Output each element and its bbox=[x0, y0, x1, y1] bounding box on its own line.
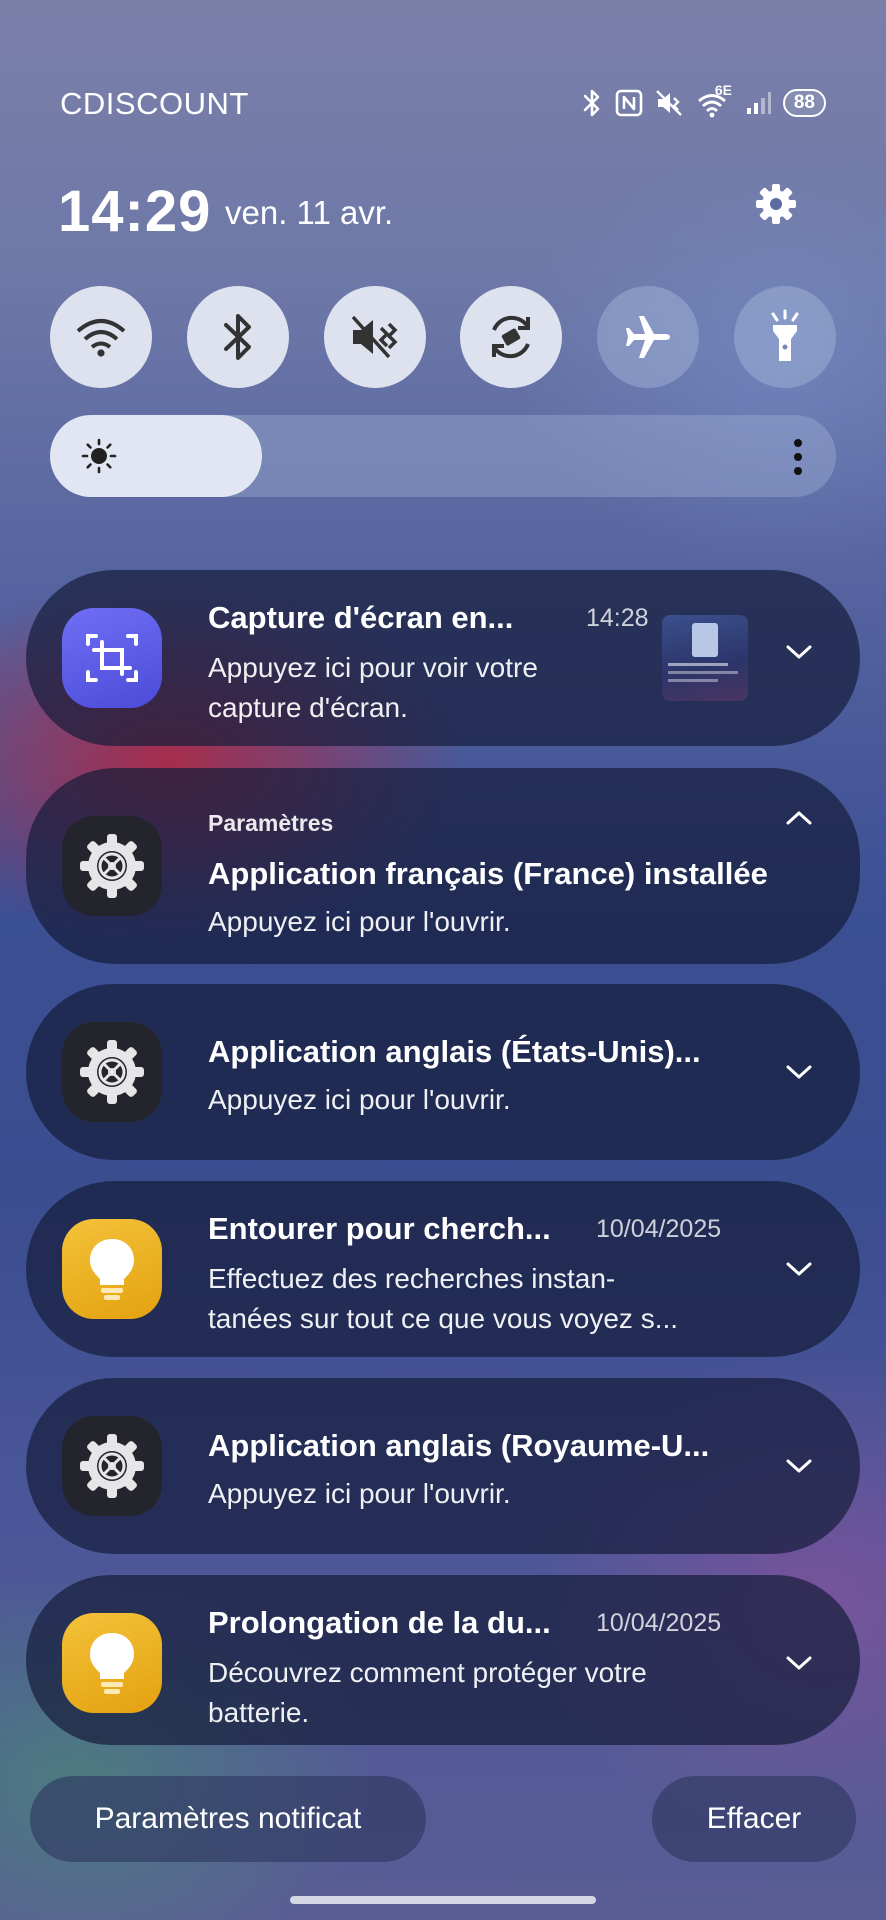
notification-title: Application anglais (Royaume-U... bbox=[208, 1428, 710, 1463]
settings-app-icon bbox=[62, 1416, 162, 1516]
notification-body-line: batterie. bbox=[208, 1697, 310, 1728]
notification-battery-tips[interactable]: Prolongation de la du... 10/04/2025 Déco… bbox=[26, 1575, 860, 1745]
notification-settings-label: Paramètres notificat bbox=[94, 1802, 362, 1835]
notification-time: 14:28 bbox=[586, 604, 649, 632]
notification-language-english-us[interactable]: Application anglais (États-Unis)... Appu… bbox=[26, 984, 860, 1160]
toggle-auto-rotate[interactable] bbox=[460, 286, 563, 388]
notification-title: Application français (France) installée bbox=[208, 856, 768, 891]
quick-toggles bbox=[50, 286, 836, 388]
home-indicator[interactable] bbox=[290, 1896, 596, 1904]
rotate-icon bbox=[492, 315, 531, 359]
clock: 14:29 bbox=[58, 179, 212, 244]
notification-circle-to-search[interactable]: Entourer pour cherch... 10/04/2025 Effec… bbox=[26, 1181, 860, 1357]
notification-body-line: Effectuez des recherches instan- bbox=[208, 1263, 616, 1294]
settings-app-icon bbox=[62, 1022, 162, 1122]
chevron-up-icon[interactable] bbox=[784, 808, 814, 828]
mute-icon bbox=[656, 90, 682, 116]
battery-indicator: 88 bbox=[782, 89, 826, 117]
notification-body-line: Appuyez ici pour l'ouvrir. bbox=[208, 1084, 511, 1115]
notification-title: Entourer pour cherch... bbox=[208, 1211, 551, 1246]
toggle-flashlight[interactable] bbox=[733, 286, 836, 388]
airplane-icon bbox=[626, 316, 671, 358]
flashlight-icon bbox=[771, 309, 799, 361]
notification-screenshot[interactable]: Capture d'écran en... 14:28 Appuyez ici … bbox=[26, 570, 860, 746]
toggle-bluetooth[interactable] bbox=[186, 286, 289, 388]
network-type-label: 6E bbox=[714, 82, 732, 98]
notification-language-french[interactable]: Paramètres Application français (France)… bbox=[26, 768, 860, 964]
notification-app-name: Paramètres bbox=[208, 810, 334, 836]
notification-body-line: tanées sur tout ce que vous voyez s... bbox=[208, 1303, 679, 1334]
chevron-down-icon[interactable] bbox=[784, 1653, 814, 1673]
notification-title: Application anglais (États-Unis)... bbox=[208, 1034, 701, 1069]
screenshot-icon bbox=[62, 608, 162, 708]
bluetooth-icon bbox=[223, 314, 251, 360]
notification-body-line: capture d'écran. bbox=[208, 692, 408, 723]
status-icons: 6E 88 bbox=[581, 82, 826, 118]
notification-body-line: Appuyez ici pour l'ouvrir. bbox=[208, 906, 511, 937]
notification-time: 10/04/2025 bbox=[596, 1609, 722, 1637]
notification-time: 10/04/2025 bbox=[596, 1215, 722, 1243]
date-label: ven. 11 avr. bbox=[225, 194, 394, 231]
bluetooth-icon bbox=[583, 89, 600, 117]
mute-icon bbox=[351, 315, 398, 359]
wifi-icon bbox=[76, 319, 126, 357]
notification-body-line: Découvrez comment protéger votre bbox=[208, 1657, 647, 1688]
settings-app-icon bbox=[62, 816, 162, 916]
more-vertical-icon[interactable] bbox=[792, 437, 804, 477]
clear-all-label: Effacer bbox=[706, 1802, 802, 1835]
notification-settings-button[interactable]: Paramètres notificat bbox=[30, 1776, 426, 1862]
notification-title: Capture d'écran en... bbox=[208, 600, 514, 635]
toggle-sound[interactable] bbox=[323, 286, 426, 388]
chevron-down-icon[interactable] bbox=[784, 1456, 814, 1476]
chevron-down-icon[interactable] bbox=[784, 1062, 814, 1082]
chevron-down-icon[interactable] bbox=[784, 1259, 814, 1279]
screenshot-thumbnail[interactable] bbox=[662, 615, 748, 701]
notification-title: Prolongation de la du... bbox=[208, 1605, 551, 1640]
notification-language-english-uk[interactable]: Application anglais (Royaume-U... Appuye… bbox=[26, 1378, 860, 1554]
brightness-slider[interactable] bbox=[50, 415, 836, 497]
gear-icon bbox=[756, 184, 796, 224]
lightbulb-icon bbox=[62, 1219, 162, 1319]
settings-button[interactable] bbox=[754, 182, 798, 226]
notification-body-line: Appuyez ici pour l'ouvrir. bbox=[208, 1478, 511, 1509]
sun-icon bbox=[81, 438, 117, 474]
toggle-airplane[interactable] bbox=[597, 286, 700, 388]
chevron-down-icon[interactable] bbox=[784, 642, 814, 662]
nfc-icon bbox=[615, 89, 643, 117]
signal-icon bbox=[746, 92, 771, 114]
toggle-wifi[interactable] bbox=[50, 286, 152, 388]
carrier-label: CDISCOUNT bbox=[60, 86, 249, 121]
clear-all-button[interactable]: Effacer bbox=[652, 1776, 856, 1862]
notification-body-line: Appuyez ici pour voir votre bbox=[208, 652, 538, 683]
lightbulb-icon bbox=[62, 1613, 162, 1713]
